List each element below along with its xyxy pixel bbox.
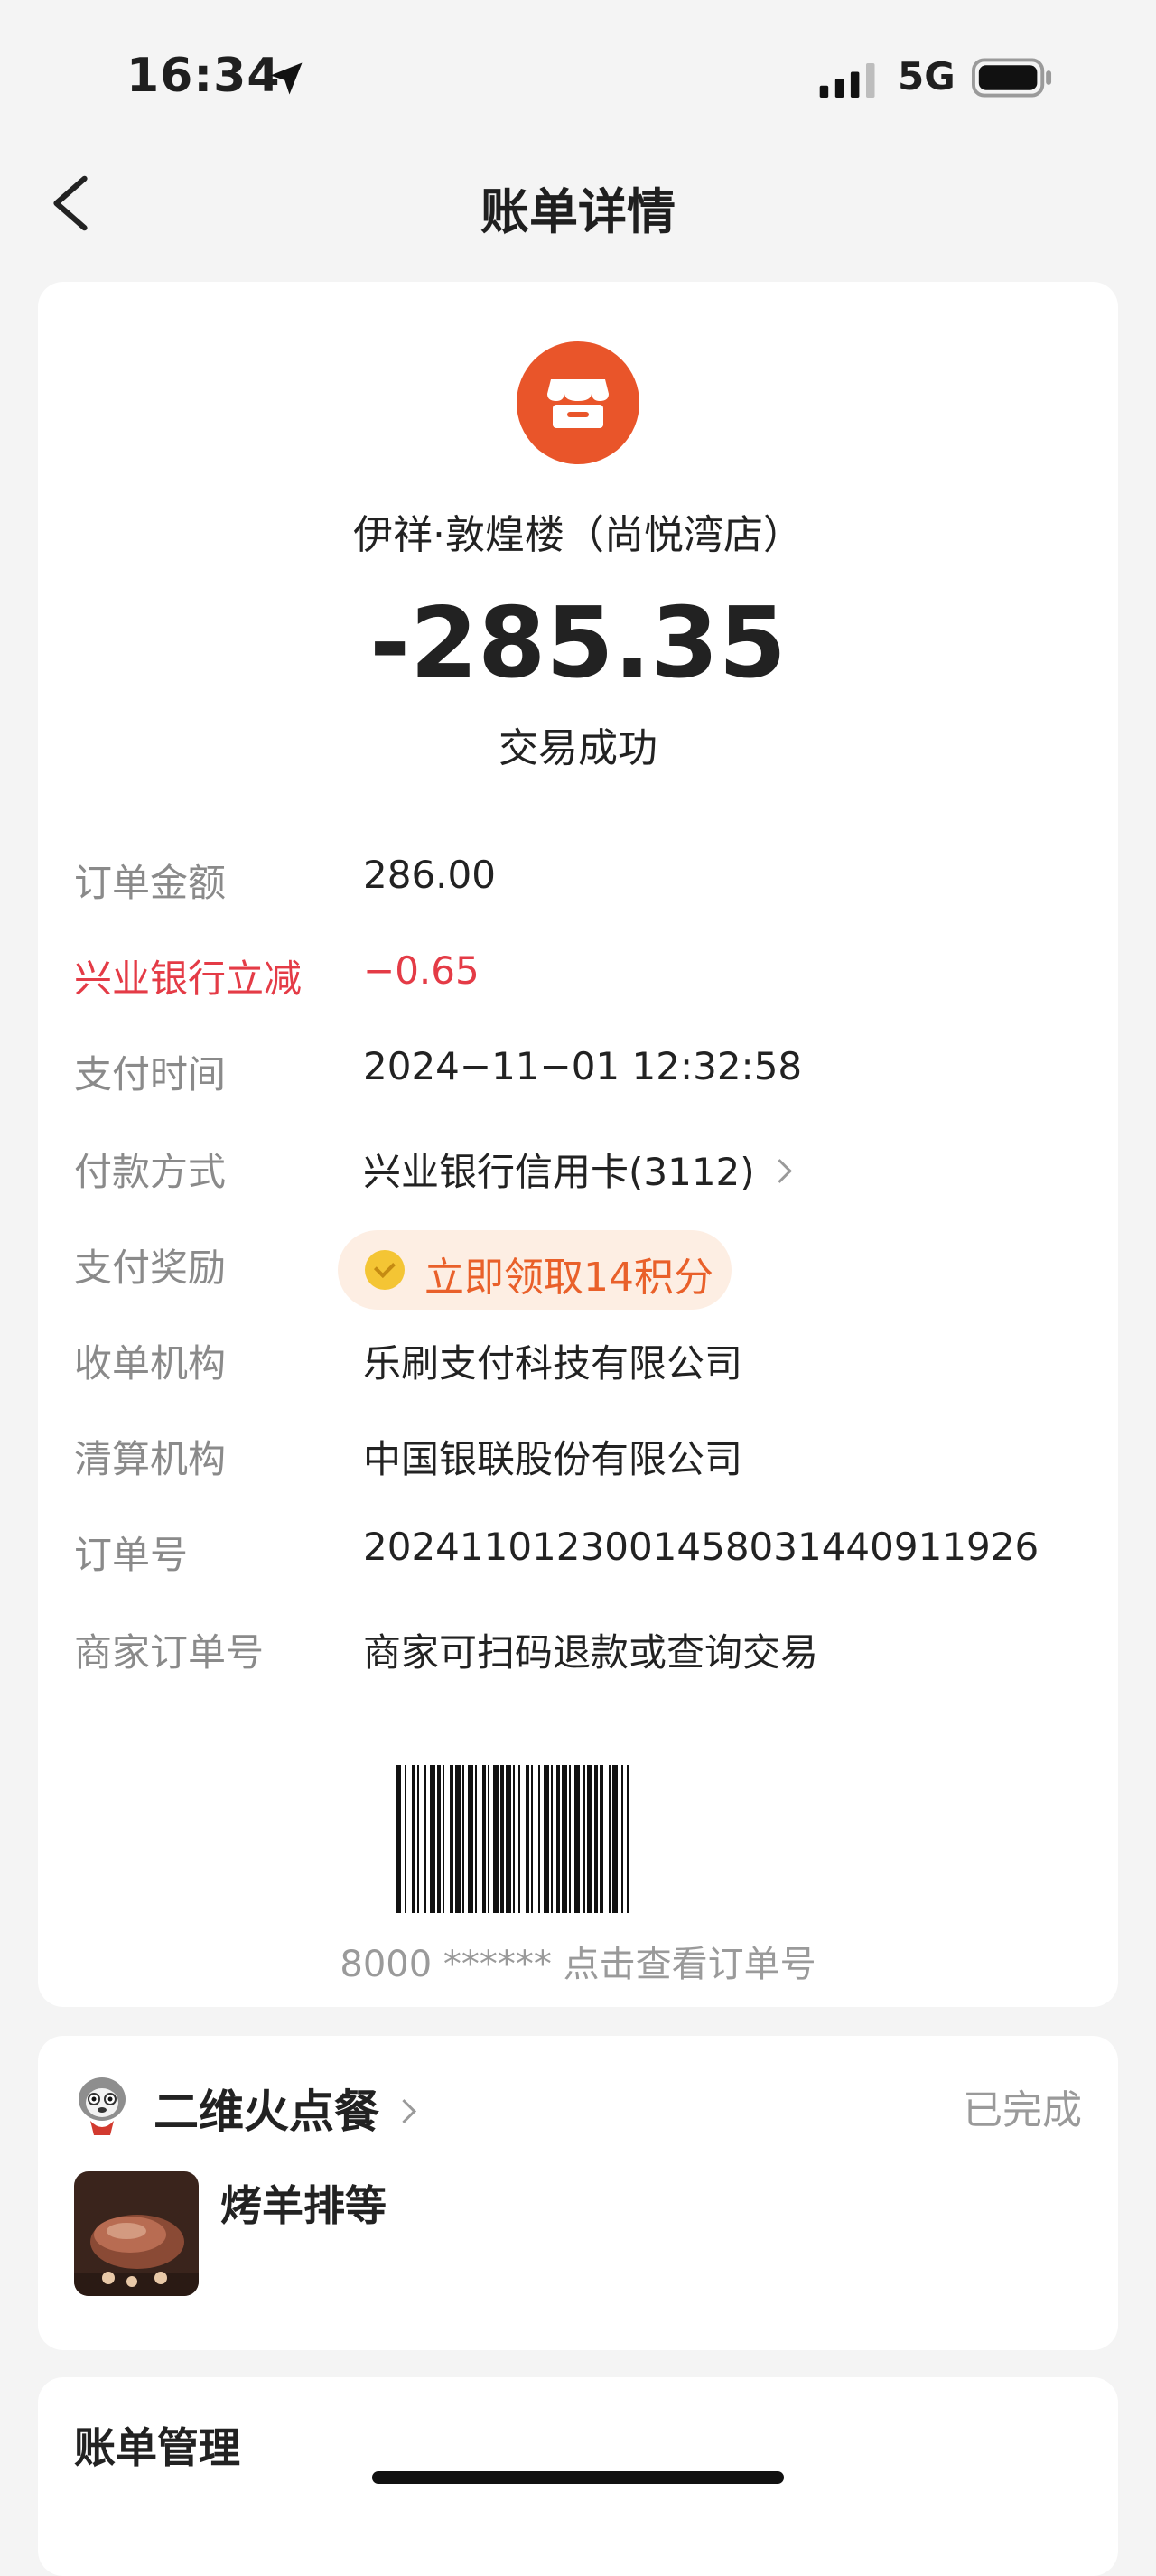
order-item-name: 烤羊排等 (220, 2181, 387, 2230)
chevron-right-icon (767, 1159, 792, 1183)
battery-icon (972, 58, 1052, 98)
merchant-logo (517, 341, 639, 464)
transaction-amount: -285.35 (369, 587, 787, 700)
food-thumbnail (74, 2171, 199, 2296)
row-label: 订单金额 (74, 861, 227, 905)
claim-points-button[interactable]: 立即领取14积分 (338, 1230, 732, 1310)
row-payment-method[interactable]: 付款方式 兴业银行信用卡(3112) (74, 1142, 1086, 1214)
location-arrow-icon (270, 62, 303, 95)
merchant-name: 伊祥·敦煌楼（尚悦湾店） (353, 512, 803, 558)
transaction-status: 交易成功 (499, 725, 657, 771)
claim-points-label: 立即领取14积分 (424, 1255, 713, 1301)
row-pay-time: 支付时间 2024−11−01 12:32:58 (74, 1044, 1086, 1116)
home-indicator (372, 2471, 784, 2484)
mascot-avatar-icon (79, 2077, 126, 2135)
row-value: 商家可扫码退款或查询交易 (363, 1630, 819, 1675)
bill-detail-card: 伊祥·敦煌楼（尚悦湾店） -285.35 交易成功 订单金额 286.00 兴业… (38, 282, 1118, 2007)
row-value: 乐刷支付科技有限公司 (363, 1341, 743, 1386)
barcode[interactable] (396, 1765, 760, 1913)
payment-method-link[interactable]: 兴业银行信用卡(3112) (363, 1142, 792, 1197)
status-bar: 16:34 5G (0, 0, 1156, 135)
row-value: 2024110123001458031440911926 (363, 1525, 1039, 1569)
row-label: 商家订单号 (74, 1630, 265, 1675)
chevron-right-icon (392, 2099, 416, 2123)
row-acquirer: 收单机构 乐刷支付科技有限公司 (74, 1333, 1086, 1405)
page-title: 账单详情 (480, 183, 676, 240)
signal-bars-icon (819, 63, 875, 98)
row-label: 收单机构 (74, 1341, 227, 1386)
network-type: 5G (898, 54, 956, 98)
status-time: 16:34 (126, 49, 281, 103)
row-clearing: 清算机构 中国银联股份有限公司 (74, 1429, 1086, 1501)
mini-app-link[interactable]: 二维火点餐 (154, 2076, 416, 2141)
row-order-number: 订单号 2024110123001458031440911926 (74, 1525, 1086, 1597)
row-value: 兴业银行信用卡(3112) (363, 1150, 755, 1194)
row-label: 付款方式 (74, 1150, 227, 1194)
barcode-caption[interactable]: 8000 ****** 点击查看订单号 (38, 1935, 1118, 1987)
row-label: 兴业银行立减 (74, 957, 303, 1001)
row-label: 支付时间 (74, 1052, 227, 1097)
row-value: −0.65 (363, 948, 480, 993)
row-value: 286.00 (363, 853, 496, 897)
row-label: 订单号 (74, 1533, 189, 1577)
row-value: 2024−11−01 12:32:58 (363, 1044, 803, 1088)
storefront-icon (547, 379, 609, 428)
coin-icon (365, 1250, 405, 1290)
mini-app-order-card[interactable]: 二维火点餐 已完成 烤羊排等 (38, 2036, 1118, 2350)
row-order-amount: 订单金额 286.00 (74, 853, 1086, 925)
row-value: 中国银联股份有限公司 (363, 1437, 743, 1481)
row-bank-discount: 兴业银行立减 −0.65 (74, 948, 1086, 1021)
order-status: 已完成 (963, 2087, 1082, 2133)
row-label: 支付奖励 (74, 1246, 227, 1290)
row-label: 清算机构 (74, 1437, 227, 1481)
row-merchant-order: 商家订单号 商家可扫码退款或查询交易 (74, 1622, 1086, 1694)
mini-app-name: 二维火点餐 (154, 2086, 379, 2138)
bill-management-title: 账单管理 (74, 2423, 240, 2472)
nav-bar: 账单详情 (0, 154, 1156, 253)
